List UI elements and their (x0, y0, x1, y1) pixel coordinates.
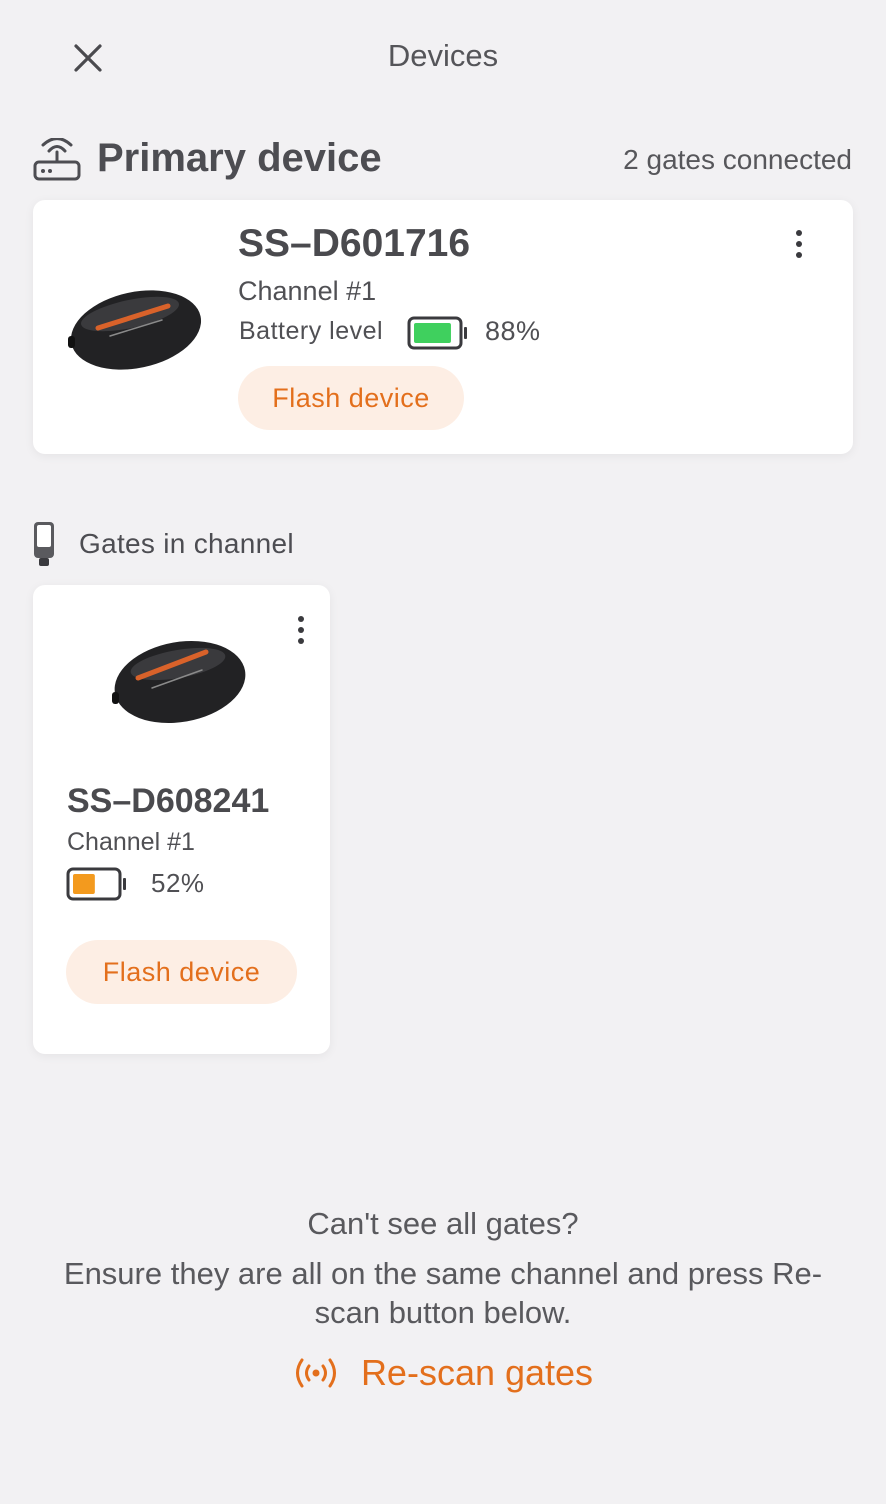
gate-device-channel: Channel #1 (67, 828, 195, 856)
gate-device-icon (34, 522, 54, 566)
flash-device-button[interactable]: Flash device (238, 366, 464, 430)
gate-flash-device-button[interactable]: Flash device (66, 940, 297, 1004)
gates-in-channel-heading: Gates in channel (79, 528, 294, 559)
primary-device-channel: Channel #1 (238, 276, 377, 306)
battery-level-label: Battery level (239, 317, 384, 345)
router-icon (33, 138, 81, 181)
gate-more-options-button[interactable] (286, 608, 316, 652)
broadcast-icon (295, 1358, 336, 1388)
primary-device-name: SS–D601716 (238, 222, 471, 265)
battery-icon (407, 316, 467, 350)
more-vertical-icon (298, 616, 304, 622)
more-vertical-icon (796, 230, 802, 236)
gate-device-image (112, 640, 246, 724)
battery-icon (66, 867, 126, 901)
primary-device-heading: Primary device (97, 136, 382, 180)
rescan-instructions: Ensure they are all on the same channel … (63, 1256, 823, 1330)
gates-connected-count: 2 gates connected (623, 144, 852, 175)
cant-see-gates-text: Can't see all gates? (307, 1206, 579, 1241)
rescan-gates-button[interactable]: Re-scan gates (0, 1352, 886, 1394)
more-options-button[interactable] (784, 222, 814, 266)
page-title: Devices (387, 38, 499, 73)
primary-battery-percent: 88% (485, 316, 541, 346)
gate-battery-percent: 52% (151, 868, 205, 898)
gate-device-name: SS–D608241 (67, 782, 270, 820)
rescan-gates-label: Re-scan gates (360, 1352, 594, 1393)
primary-device-image (68, 290, 202, 370)
